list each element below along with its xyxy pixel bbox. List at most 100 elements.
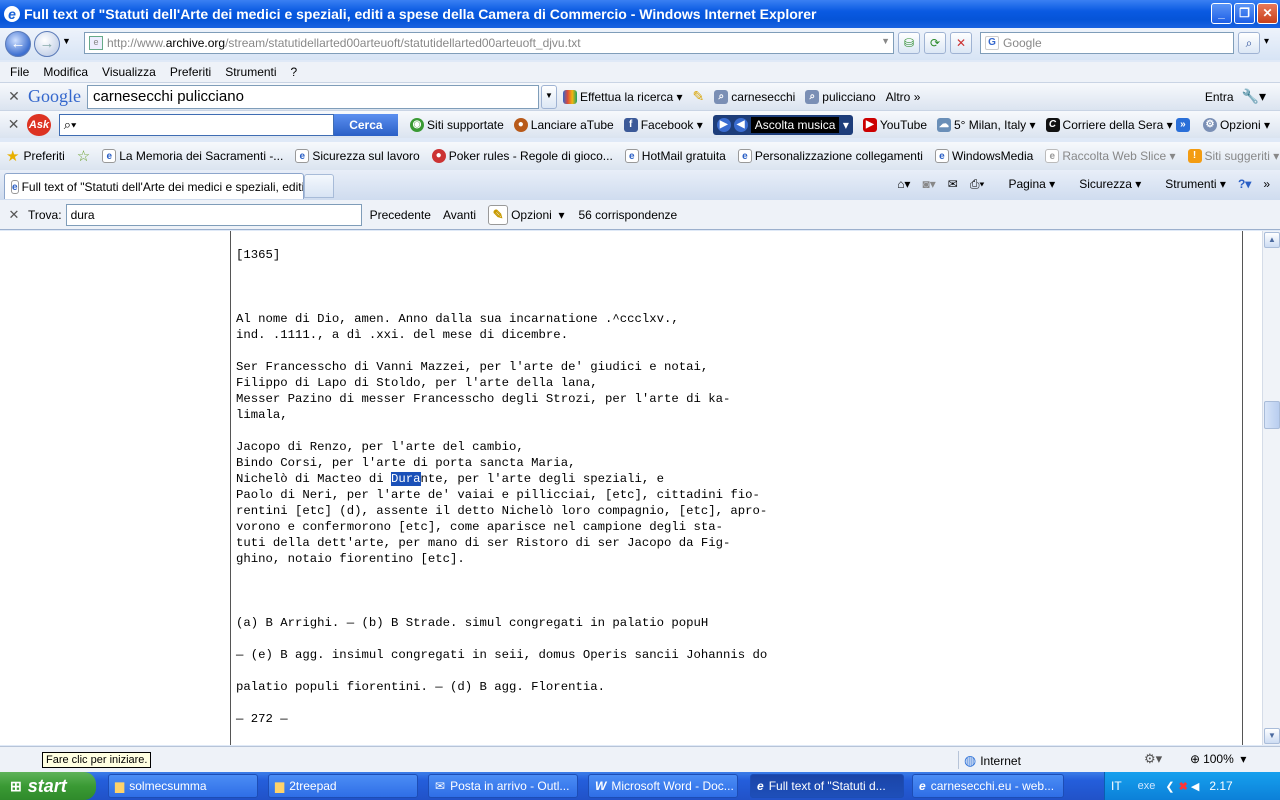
zoom-control[interactable]: ⊕ 100% ▾: [1190, 752, 1246, 766]
address-bar[interactable]: e http://www. archive.org/stream/statutid…: [84, 32, 894, 54]
task-ie-active[interactable]: e Full text of "Statuti d...: [750, 774, 904, 798]
task-solmecsumma[interactable]: ▆ solmecsumma: [108, 774, 258, 798]
home-icon[interactable]: ⌂▾: [897, 177, 910, 191]
find-options-button[interactable]: ✎ Opzioni ▾: [488, 204, 564, 225]
fav-personalizzazione[interactable]: e Personalizzazione collegamenti: [737, 149, 923, 163]
youtube-button[interactable]: ▶ YouTube: [862, 117, 927, 132]
close-toolbar-icon[interactable]: ✕: [0, 116, 27, 133]
more-button[interactable]: Altro »: [886, 90, 921, 104]
volume-icon[interactable]: ◀: [733, 117, 748, 132]
google-search-input[interactable]: carnesecchi pulicciano: [87, 84, 539, 109]
back-button[interactable]: ←: [5, 31, 31, 57]
fav-siti-suggeriti[interactable]: ! Siti suggeriti ▾: [1187, 149, 1279, 163]
corriere-button[interactable]: C Corriere della Sera ▾ »: [1045, 117, 1193, 132]
task-carnesecchi[interactable]: e carnesecchi.eu - web...: [912, 774, 1064, 798]
close-button[interactable]: ✕: [1257, 3, 1278, 24]
ask-logo: Ask: [27, 113, 51, 136]
menu-preferiti[interactable]: Preferiti: [163, 65, 218, 79]
minimize-button[interactable]: _: [1211, 3, 1232, 24]
ie-page-icon: e: [1045, 149, 1060, 163]
term-carnesecchi[interactable]: ⌕ carnesecchi: [714, 89, 795, 104]
protected-mode-icon[interactable]: ⚙▾: [1144, 751, 1162, 767]
print-icon[interactable]: ⎙▾: [970, 177, 985, 192]
page-menu[interactable]: Pagina ▾: [996, 177, 1055, 191]
scroll-down-button[interactable]: ▼: [1264, 728, 1280, 744]
play-icon[interactable]: ▶: [716, 117, 731, 132]
menu-modifica[interactable]: Modifica: [36, 65, 95, 79]
wrench-icon[interactable]: 🔧▾: [1242, 88, 1266, 105]
address-dropdown-icon[interactable]: ▼: [881, 36, 890, 46]
fav-windowsmedia[interactable]: e WindowsMedia: [934, 149, 1033, 163]
clock: 2.17: [1209, 779, 1233, 793]
left-border-line: [230, 231, 231, 745]
start-button[interactable]: ⊞ start: [0, 772, 96, 800]
music-player[interactable]: ▶ ◀ Ascolta musica ▾: [712, 114, 853, 135]
tab-active[interactable]: e Full text of "Statuti dell'Arte dei me…: [4, 173, 304, 199]
search-options-icon[interactable]: ▾: [1264, 36, 1269, 47]
task-word[interactable]: W Microsoft Word - Doc...: [588, 774, 738, 798]
close-find-icon[interactable]: ✕: [0, 207, 28, 223]
facebook-button[interactable]: f Facebook ▾: [623, 117, 703, 132]
folder-icon: ▆: [115, 779, 125, 793]
fav-sicurezza[interactable]: e Sicurezza sul lavoro: [295, 149, 420, 163]
ask-search-input[interactable]: ⌕▾: [58, 113, 334, 136]
menu-file[interactable]: File: [0, 65, 36, 79]
weather-button[interactable]: ☁ 5° Milan, Italy ▾: [937, 117, 1036, 132]
find-previous-button[interactable]: Precedente: [370, 208, 431, 222]
siti-supportate-button[interactable]: ◉ Siti supportate: [410, 117, 504, 132]
find-input[interactable]: dura: [65, 203, 362, 226]
new-tab-button[interactable]: [304, 174, 334, 198]
scroll-up-button[interactable]: ▲: [1264, 232, 1280, 248]
search-icon[interactable]: ⌕: [1238, 32, 1260, 54]
window-title: Full text of "Statuti dell'Arte dei medi…: [24, 6, 817, 22]
fav-hotmail[interactable]: e HotMail gratuita: [624, 149, 726, 163]
corriere-icon: C: [1045, 117, 1060, 132]
url-prefix: http://www.: [107, 36, 166, 50]
ask-search-button[interactable]: Cerca: [333, 113, 399, 136]
close-toolbar-icon[interactable]: ✕: [0, 88, 28, 105]
security-menu[interactable]: Sicurezza ▾: [1067, 177, 1141, 191]
atube-button[interactable]: ● Lanciare aTube: [513, 117, 614, 132]
url-domain: archive.org: [165, 36, 226, 50]
fav-memoria[interactable]: e La Memoria dei Sacramenti -...: [102, 149, 283, 163]
menu-help[interactable]: ?: [284, 65, 305, 79]
menu-visualizza[interactable]: Visualizza: [95, 65, 163, 79]
help-icon[interactable]: ?▾: [1238, 177, 1251, 191]
term-pulicciano[interactable]: ⌕ pulicciano: [805, 89, 876, 104]
windows-logo-icon: ⊞: [10, 777, 22, 794]
task-outlook[interactable]: ✉ Posta in arrivo - Outl...: [428, 774, 578, 798]
language-indicator[interactable]: IT: [1111, 779, 1122, 793]
find-next-button[interactable]: Avanti: [443, 208, 476, 222]
more-toolbar-icon[interactable]: »: [1175, 117, 1190, 132]
tools-menu[interactable]: Strumenti ▾: [1153, 177, 1226, 191]
search-box[interactable]: G Google: [980, 32, 1234, 54]
chevron-icon[interactable]: »: [1263, 177, 1270, 191]
tray-app-icon[interactable]: ✖: [1179, 780, 1188, 793]
maximize-button[interactable]: ❐: [1234, 3, 1255, 24]
tray-chevron-icon[interactable]: ❮: [1165, 780, 1174, 793]
history-dropdown-icon[interactable]: ▼: [62, 36, 71, 46]
login-link[interactable]: Entra: [1205, 90, 1234, 104]
fav-poker[interactable]: ● Poker rules - Regole di gioco...: [431, 149, 613, 163]
vertical-scrollbar[interactable]: ▲ ▼: [1262, 231, 1280, 745]
ask-toolbar: ✕ Ask ⌕▾ Cerca ◉ Siti supportate ● Lanciar…: [0, 110, 1280, 138]
tray-volume-icon[interactable]: ◀: [1191, 780, 1199, 793]
google-dropdown-icon[interactable]: ▼: [541, 84, 557, 109]
stop-icon[interactable]: ✕: [950, 32, 972, 54]
ie-page-icon: e: [295, 149, 310, 163]
menu-strumenti[interactable]: Strumenti: [218, 65, 283, 79]
exe-label: exe: [1137, 780, 1156, 792]
add-favorite-button[interactable]: ☆: [77, 147, 90, 165]
refresh-icon[interactable]: ⟳: [924, 32, 946, 54]
compatibility-icon[interactable]: ⛁: [898, 32, 920, 54]
google-search-button[interactable]: Effettua la ricerca ▾: [563, 89, 683, 104]
scroll-thumb[interactable]: [1264, 401, 1280, 429]
mail-icon[interactable]: ✉: [948, 177, 958, 191]
favorites-button[interactable]: ★ Preferiti: [6, 147, 65, 165]
highlight-icon[interactable]: ✎: [693, 88, 705, 105]
task-2treepad[interactable]: ▆ 2treepad: [268, 774, 418, 798]
ask-options-button[interactable]: ⚙ Opzioni ▾: [1202, 117, 1270, 132]
rss-icon[interactable]: ◙▾: [922, 177, 935, 191]
fav-web-slice[interactable]: e Raccolta Web Slice ▾: [1045, 149, 1176, 163]
forward-button[interactable]: →: [34, 31, 60, 57]
